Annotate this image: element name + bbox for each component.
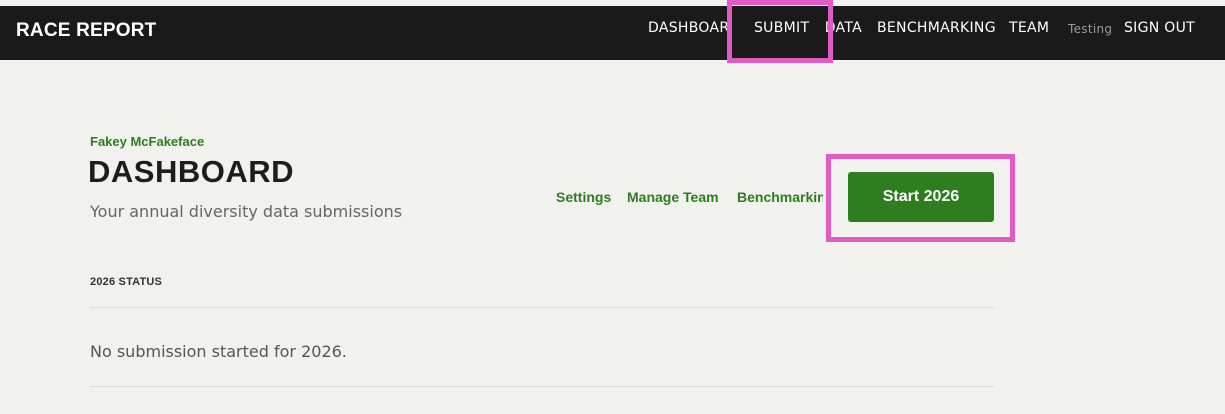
settings-link[interactable]: Settings <box>556 189 611 205</box>
page-subtitle: Your annual diversity data submissions <box>90 202 403 221</box>
main-nav: DASHBOARD SUBMIT DATA BENCHMARKING TEAM … <box>0 6 1225 60</box>
nav-item-benchmarking[interactable]: BENCHMARKING <box>877 20 996 36</box>
status-divider-top <box>90 307 994 308</box>
user-name: Fakey McFakeface <box>90 134 205 149</box>
nav-item-testing[interactable]: Testing <box>1068 22 1112 36</box>
nav-item-dashboard[interactable]: DASHBOARD <box>648 20 732 36</box>
status-message: No submission started for 2026. <box>90 342 347 361</box>
status-section-label: 2026 STATUS <box>90 276 163 288</box>
top-navigation-bar: RACE REPORT DASHBOARD SUBMIT DATA BENCHM… <box>0 6 1225 60</box>
nav-item-team[interactable]: TEAM <box>1009 20 1049 36</box>
start-submission-button[interactable]: Start 2026 <box>848 172 994 222</box>
manage-team-link[interactable]: Manage Team <box>627 189 719 205</box>
page-title: DASHBOARD <box>88 154 294 189</box>
nav-item-sign-out[interactable]: SIGN OUT <box>1124 20 1195 36</box>
status-divider-bottom <box>90 386 994 387</box>
benchmarking-link[interactable]: Benchmarking <box>737 189 823 205</box>
nav-item-data[interactable]: DATA <box>826 20 862 36</box>
nav-item-submit[interactable]: SUBMIT <box>754 20 809 36</box>
